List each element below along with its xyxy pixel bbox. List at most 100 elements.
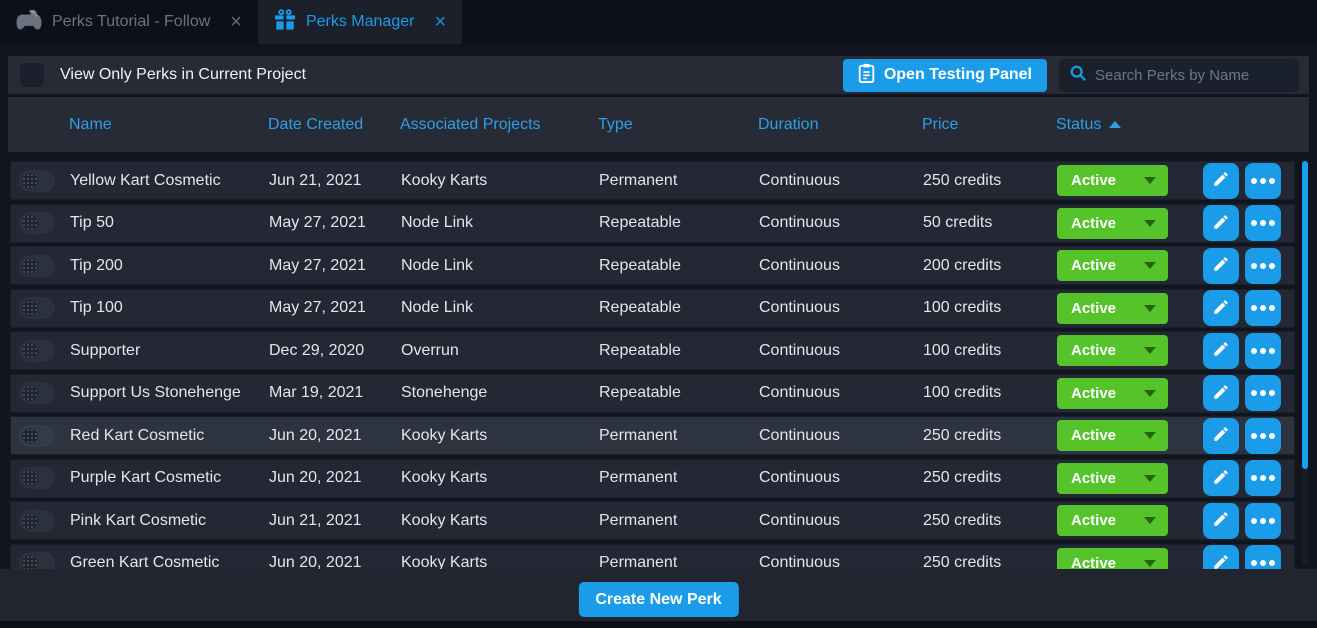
edit-perk-button[interactable] [1203,163,1239,199]
chevron-down-icon [1144,347,1156,354]
status-dropdown[interactable]: Active [1057,335,1168,366]
status-dropdown[interactable]: Active [1057,293,1168,324]
ellipsis-icon [1251,348,1275,354]
table-row[interactable]: Tip 100 May 27, 2021 Node Link Repeatabl… [10,289,1295,328]
edit-perk-button[interactable] [1203,205,1239,241]
edit-perk-button[interactable] [1203,375,1239,411]
cell-date-created: Jun 20, 2021 [269,469,401,487]
perk-enabled-toggle[interactable] [19,212,55,234]
more-options-button[interactable] [1245,503,1281,539]
ellipsis-icon [1251,178,1275,184]
cell-name: Purple Kart Cosmetic [70,469,269,487]
more-options-button[interactable] [1245,545,1281,570]
more-options-button[interactable] [1245,375,1281,411]
ellipsis-icon [1251,475,1275,481]
table-row[interactable]: Supporter Dec 29, 2020 Overrun Repeatabl… [10,331,1295,370]
table-row[interactable]: Tip 200 May 27, 2021 Node Link Repeatabl… [10,246,1295,285]
cell-duration: Continuous [759,342,923,360]
status-dropdown[interactable]: Active [1057,208,1168,239]
view-only-checkbox[interactable] [20,63,44,87]
column-header-name[interactable]: Name [69,116,268,134]
perk-enabled-toggle[interactable] [19,255,55,277]
more-options-button[interactable] [1245,290,1281,326]
more-options-button[interactable] [1245,248,1281,284]
search-box [1059,59,1299,92]
perk-enabled-toggle[interactable] [19,382,55,404]
chevron-down-icon [1144,262,1156,269]
table-row[interactable]: Yellow Kart Cosmetic Jun 21, 2021 Kooky … [10,161,1295,200]
more-options-button[interactable] [1245,418,1281,454]
scrollbar-thumb[interactable] [1302,161,1308,469]
table-row[interactable]: Red Kart Cosmetic Jun 20, 2021 Kooky Kar… [10,416,1295,455]
close-icon[interactable]: × [434,12,446,32]
pencil-icon [1212,170,1230,191]
more-options-button[interactable] [1245,333,1281,369]
column-header-type[interactable]: Type [598,116,758,134]
perk-enabled-toggle[interactable] [19,340,55,362]
perk-enabled-toggle[interactable] [19,467,55,489]
more-options-button[interactable] [1245,205,1281,241]
chevron-down-icon [1144,220,1156,227]
edit-perk-button[interactable] [1203,248,1239,284]
tab-perks-tutorial[interactable]: Perks Tutorial - Follow × [0,0,258,44]
chevron-down-icon [1144,390,1156,397]
perk-enabled-toggle[interactable] [19,170,55,192]
status-dropdown[interactable]: Active [1057,463,1168,494]
cell-price: 100 credits [923,384,1057,402]
cell-type: Permanent [599,469,759,487]
pencil-icon [1212,425,1230,446]
edit-perk-button[interactable] [1203,290,1239,326]
clipboard-icon [858,63,875,88]
bottom-strip [0,621,1317,628]
more-options-button[interactable] [1245,460,1281,496]
table-row[interactable]: Tip 50 May 27, 2021 Node Link Repeatable… [10,204,1295,243]
status-dropdown[interactable]: Active [1057,505,1168,536]
perk-enabled-toggle[interactable] [19,297,55,319]
status-dropdown[interactable]: Active [1057,548,1168,571]
cell-price: 50 credits [923,214,1057,232]
toggle-knob [22,385,38,401]
edit-perk-button[interactable] [1203,545,1239,570]
table-row[interactable]: Support Us Stonehenge Mar 19, 2021 Stone… [10,374,1295,413]
cell-associated-projects: Kooky Karts [401,172,599,190]
cell-type: Repeatable [599,299,759,317]
edit-perk-button[interactable] [1203,503,1239,539]
ellipsis-icon [1251,305,1275,311]
more-options-button[interactable] [1245,163,1281,199]
column-header-status[interactable]: Status [1056,116,1202,134]
column-header-associated-projects[interactable]: Associated Projects [400,116,598,134]
status-dropdown[interactable]: Active [1057,250,1168,281]
perk-enabled-toggle[interactable] [19,552,55,570]
close-icon[interactable]: × [230,12,242,32]
cell-date-created: Mar 19, 2021 [269,384,401,402]
cell-name: Red Kart Cosmetic [70,427,269,445]
toggle-knob [22,555,38,570]
edit-perk-button[interactable] [1203,418,1239,454]
perk-enabled-toggle[interactable] [19,425,55,447]
edit-perk-button[interactable] [1203,460,1239,496]
table-row[interactable]: Pink Kart Cosmetic Jun 21, 2021 Kooky Ka… [10,501,1295,540]
perk-enabled-toggle[interactable] [19,510,55,532]
status-value: Active [1071,427,1116,444]
status-dropdown[interactable]: Active [1057,420,1168,451]
create-new-perk-button[interactable]: Create New Perk [578,582,738,617]
status-dropdown[interactable]: Active [1057,165,1168,196]
cell-duration: Continuous [759,384,923,402]
scrollbar-track[interactable] [1302,161,1308,565]
column-header-date-created[interactable]: Date Created [268,116,400,134]
column-header-duration[interactable]: Duration [758,116,922,134]
open-testing-panel-button[interactable]: Open Testing Panel [843,59,1047,92]
cell-associated-projects: Stonehenge [401,384,599,402]
cell-type: Repeatable [599,342,759,360]
cell-price: 100 credits [923,299,1057,317]
table-row[interactable]: Green Kart Cosmetic Jun 20, 2021 Kooky K… [10,544,1295,571]
status-value: Active [1071,342,1116,359]
tab-perks-manager[interactable]: Perks Manager × [258,0,462,44]
status-dropdown[interactable]: Active [1057,378,1168,409]
column-header-price[interactable]: Price [922,116,1056,134]
tab-bar: Perks Tutorial - Follow × Perks Manager … [0,0,1317,44]
edit-perk-button[interactable] [1203,333,1239,369]
cell-duration: Continuous [759,512,923,530]
search-input[interactable] [1095,67,1289,84]
table-row[interactable]: Purple Kart Cosmetic Jun 20, 2021 Kooky … [10,459,1295,498]
